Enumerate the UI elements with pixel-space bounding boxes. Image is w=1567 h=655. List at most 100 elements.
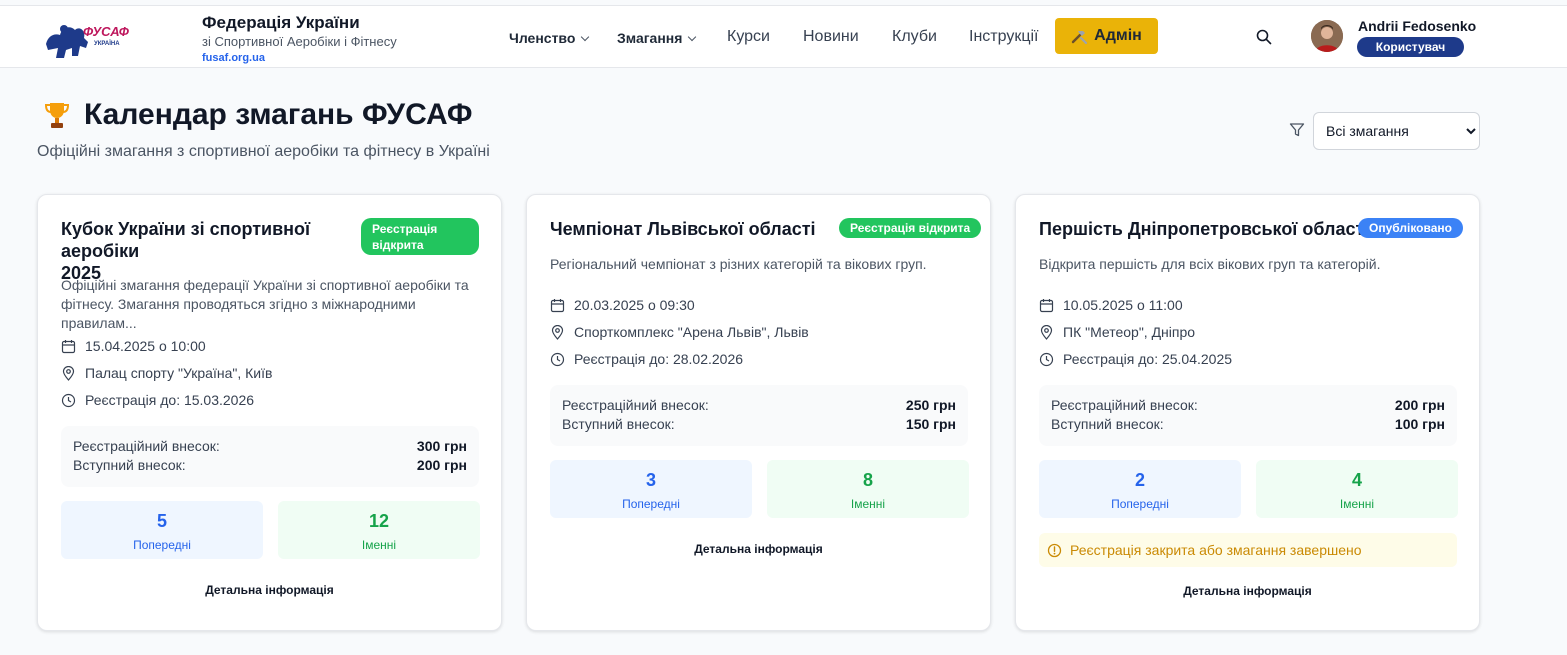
- logo-text: ФУСАФ: [83, 24, 130, 39]
- search-icon[interactable]: [1256, 29, 1272, 45]
- named-label: Іменні: [361, 538, 397, 552]
- reg-fee-label: Реєстраційний внесок:: [1051, 397, 1198, 413]
- details-link[interactable]: Детальна інформація: [1016, 584, 1479, 598]
- date-text: 15.04.2025 о 10:00: [85, 338, 206, 354]
- competition-filter-select[interactable]: Всі змагання: [1313, 112, 1480, 150]
- entry-fee-value: 150 грн: [905, 416, 956, 432]
- competition-card: Чемпіонат Львівської області Реєстрація …: [526, 194, 991, 631]
- entry-fee-label: Вступний внесок:: [562, 416, 675, 432]
- fees-box: Реєстраційний внесок: 200 грн Вступний вн…: [1039, 385, 1457, 446]
- card-description-line: Офіційні змагання федерації України зі с…: [61, 277, 469, 293]
- details-link[interactable]: Детальна інформація: [38, 583, 501, 597]
- named-count: 12: [368, 511, 390, 531]
- card-title-line: Першість Дніпропетровської області: [1039, 219, 1370, 239]
- nav-membership-label: Членство: [509, 30, 576, 46]
- user-role-badge: Користувач: [1357, 37, 1464, 57]
- user-avatar[interactable]: [1311, 20, 1343, 52]
- reg-fee-row: Реєстраційний внесок: 300 грн: [73, 438, 467, 454]
- prelim-count-box[interactable]: 3 Попередні: [550, 460, 752, 518]
- reg-fee-label: Реєстраційний внесок:: [562, 397, 709, 413]
- card-title[interactable]: Кубок України зі спортивної аеробіки 202…: [61, 218, 361, 284]
- named-count: 4: [1351, 470, 1362, 490]
- map-pin-icon: [1040, 324, 1053, 340]
- map-pin-icon: [551, 324, 564, 340]
- nav-competitions[interactable]: Змагання: [617, 30, 697, 46]
- named-count-box[interactable]: 8 Іменні: [767, 460, 969, 518]
- card-title[interactable]: Чемпіонат Львівської області: [550, 218, 816, 240]
- prelim-count: 5: [156, 511, 167, 531]
- nav-courses[interactable]: Курси: [727, 28, 770, 46]
- details-link[interactable]: Детальна інформація: [527, 542, 990, 556]
- card-description: Офіційні змагання федерації України зі с…: [61, 276, 481, 333]
- card-title-line: Чемпіонат Львівської області: [550, 219, 816, 239]
- named-count: 8: [862, 470, 873, 490]
- prelim-count-box[interactable]: 2 Попередні: [1039, 460, 1241, 518]
- location-text: Палац спорту "Україна", Київ: [85, 365, 273, 381]
- deadline-row: Реєстрація до: 15.03.2026: [61, 392, 254, 408]
- reg-fee-label: Реєстраційний внесок:: [73, 438, 220, 454]
- prelim-label: Попередні: [133, 538, 191, 552]
- status-badge-line: Опубліковано: [1369, 221, 1452, 235]
- date-row: 10.05.2025 о 11:00: [1039, 297, 1183, 313]
- admin-button[interactable]: Адмін: [1055, 18, 1158, 54]
- brand-subtitle: зі Спортивної Аеробіки і Фітнесу: [202, 34, 397, 49]
- map-pin-icon: [62, 365, 75, 381]
- nav-membership[interactable]: Членство: [509, 30, 590, 46]
- prelim-label: Попередні: [1111, 497, 1169, 511]
- deadline-row: Реєстрація до: 25.04.2025: [1039, 351, 1232, 367]
- entry-fee-label: Вступний внесок:: [73, 457, 186, 473]
- named-label: Іменні: [1339, 497, 1375, 511]
- brand-url-link[interactable]: fusaf.org.ua: [202, 52, 265, 64]
- calendar-icon: [1039, 298, 1054, 312]
- card-description-line: Відкрита першість для всіх вікових груп …: [1039, 256, 1381, 272]
- chevron-down-icon: [581, 32, 590, 42]
- reg-fee-value: 300 грн: [416, 438, 467, 454]
- clock-icon: [1039, 352, 1054, 366]
- card-description-line: Регіональний чемпіонат з різних категорі…: [550, 256, 927, 272]
- competition-card: Першість Дніпропетровської області Опубл…: [1015, 194, 1480, 631]
- top-navbar: ФУСАФ УКРАЇНА Федерація України зі Спорт…: [0, 5, 1567, 68]
- filter-icon: [1289, 123, 1305, 137]
- card-description: Регіональний чемпіонат з різних категорі…: [550, 255, 970, 274]
- status-badge-line: Реєстрація відкрита: [850, 221, 971, 235]
- calendar-icon: [61, 339, 76, 353]
- clock-icon: [550, 352, 565, 366]
- deadline-row: Реєстрація до: 28.02.2026: [550, 351, 743, 367]
- entry-fee-label: Вступний внесок:: [1051, 416, 1164, 432]
- hammer-wrench-icon: [1071, 30, 1088, 44]
- registration-closed-alert: Реєстрація закрита або змагання завершен…: [1039, 533, 1457, 567]
- alert-circle-icon: [1047, 543, 1062, 557]
- logo-subtext: УКРАЇНА: [94, 40, 120, 47]
- nav-instructions[interactable]: Інструкції: [969, 28, 1039, 46]
- named-count-box[interactable]: 4 Іменні: [1256, 460, 1458, 518]
- status-badge: Реєстрація відкрита: [839, 218, 982, 238]
- location-row: Спорткомплекс "Арена Львів", Львів: [550, 324, 809, 340]
- reg-fee-value: 250 грн: [905, 397, 956, 413]
- prelim-count-box[interactable]: 5 Попередні: [61, 501, 263, 559]
- deadline-text: Реєстрація до: 25.04.2025: [1063, 351, 1233, 367]
- card-description-line: фітнесу. Змагання проводяться згідно з м…: [61, 296, 416, 331]
- prelim-count: 2: [1134, 470, 1145, 490]
- page-title: Календар змагань ФУСАФ: [44, 98, 473, 132]
- status-badge: Опубліковано: [1358, 218, 1463, 238]
- entry-fee-row: Вступний внесок: 200 грн: [73, 457, 467, 473]
- location-text: ПК "Метеор", Дніпро: [1063, 324, 1196, 340]
- nav-competitions-label: Змагання: [617, 30, 683, 46]
- card-title[interactable]: Першість Дніпропетровської області: [1039, 218, 1369, 240]
- location-text: Спорткомплекс "Арена Львів", Львів: [574, 324, 809, 340]
- nav-clubs[interactable]: Клуби: [892, 28, 937, 46]
- nav-news[interactable]: Новини: [803, 28, 859, 46]
- fees-box: Реєстраційний внесок: 300 грн Вступний вн…: [61, 426, 479, 487]
- fusaf-logo[interactable]: ФУСАФ УКРАЇНА: [42, 16, 132, 62]
- page-title-text: Календар змагань ФУСАФ: [84, 98, 473, 131]
- named-count-box[interactable]: 12 Іменні: [278, 501, 480, 559]
- chevron-down-icon: [688, 32, 697, 42]
- status-badge-line: відкрита: [372, 238, 424, 252]
- user-name: Andrii Fedosenko: [1358, 18, 1477, 34]
- prelim-label: Попередні: [622, 497, 680, 511]
- calendar-icon: [550, 298, 565, 312]
- card-description: Відкрита першість для всіх вікових груп …: [1039, 255, 1459, 274]
- entry-fee-row: Вступний внесок: 150 грн: [562, 416, 956, 432]
- location-row: ПК "Метеор", Дніпро: [1039, 324, 1195, 340]
- trophy-icon: [44, 103, 70, 128]
